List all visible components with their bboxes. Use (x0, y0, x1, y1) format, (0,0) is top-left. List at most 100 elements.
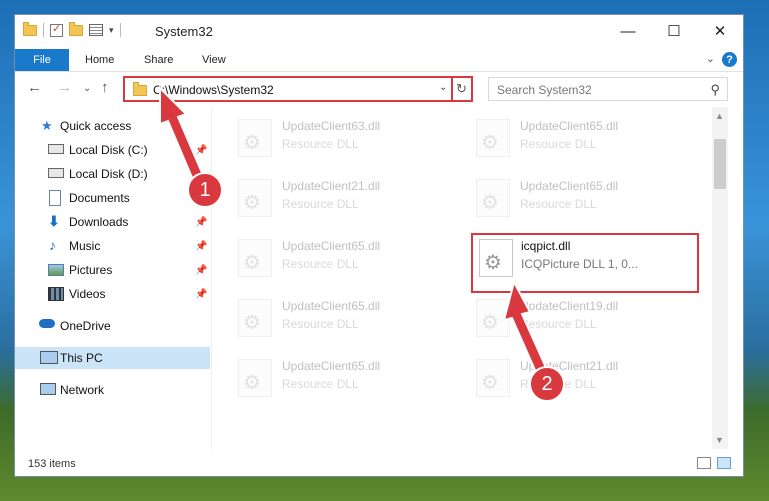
scroll-down-arrow-icon[interactable]: ▼ (715, 435, 724, 445)
item-count: 153 items (28, 458, 76, 470)
file-description: Resource DLL (282, 317, 359, 331)
sidebar-item-documents[interactable]: Documents 📌 (15, 187, 210, 209)
pin-icon: 📌 (195, 216, 208, 228)
sidebar-item-label: Local Disk (D:) (69, 167, 148, 181)
sidebar-item-downloads[interactable]: ⬇ Downloads 📌 (15, 211, 210, 233)
file-description: Resource DLL (520, 137, 597, 151)
pictures-icon (48, 264, 64, 276)
step-marker-1: 1 (187, 172, 223, 208)
sidebar-item-network[interactable]: Network (15, 379, 210, 401)
dll-file-icon (238, 179, 272, 217)
file-item[interactable]: UpdateClient65.dll Resource DLL (230, 353, 450, 403)
scroll-up-arrow-icon[interactable]: ▲ (715, 111, 724, 121)
address-bar[interactable]: C:\Windows\System32 ⌄ ↻ (123, 76, 473, 102)
file-name: UpdateClient21.dll (282, 179, 381, 193)
file-item[interactable]: UpdateClient21.dll Resource DLL (468, 353, 688, 403)
file-item[interactable]: UpdateClient65.dll Resource DLL (230, 293, 450, 343)
network-icon (40, 383, 56, 395)
file-item-icqpict-dll[interactable]: icqpict.dll ICQPicture DLL 1, 0... (471, 233, 699, 293)
sidebar-item-music[interactable]: ♪ Music 📌 (15, 235, 210, 257)
scrollbar-thumb[interactable] (714, 139, 726, 189)
minimize-button[interactable]: — (605, 15, 651, 47)
window-controls: — ☐ ✕ (605, 15, 743, 47)
tab-view[interactable]: View (202, 49, 226, 71)
search-icon[interactable]: ⚲ (710, 82, 720, 98)
tab-home[interactable]: Home (85, 49, 114, 71)
help-icon[interactable]: ? (722, 52, 737, 67)
address-dropdown-icon[interactable]: ⌄ (439, 82, 447, 93)
window-title: System32 (155, 24, 213, 39)
file-item[interactable]: UpdateClient65.dll Resource DLL (230, 233, 450, 283)
search-input[interactable]: Search System32 (497, 83, 592, 97)
collapse-ribbon-icon[interactable]: ⌄ (706, 52, 715, 65)
address-path[interactable]: C:\Windows\System32 (153, 83, 274, 97)
file-description: ICQPicture DLL 1, 0... (521, 257, 638, 271)
sidebar-item-label: Network (60, 383, 105, 397)
properties-icon[interactable] (89, 24, 103, 36)
sidebar-item-videos[interactable]: Videos 📌 (15, 283, 210, 305)
download-icon: ⬇ (48, 213, 60, 229)
up-arrow-icon[interactable]: ↑ (101, 79, 109, 96)
file-name: UpdateClient65.dll (520, 179, 619, 193)
documents-icon (49, 190, 61, 206)
dll-file-icon (238, 239, 272, 277)
properties-check-icon[interactable] (50, 22, 63, 37)
file-description: Resource DLL (282, 257, 359, 271)
customize-toolbar-arrow-icon[interactable]: ▾ (109, 25, 114, 36)
large-icons-view-icon[interactable] (717, 457, 731, 469)
file-name: UpdateClient65.dll (282, 299, 381, 313)
sidebar-item-this-pc[interactable]: This PC (15, 347, 210, 369)
status-bar: 153 items (15, 451, 743, 477)
dll-file-icon (476, 359, 510, 397)
close-button[interactable]: ✕ (697, 15, 743, 47)
sidebar-item-label: Music (69, 239, 101, 253)
pin-icon: 📌 (195, 288, 208, 300)
file-name: UpdateClient63.dll (282, 119, 381, 133)
dll-file-icon (476, 119, 510, 157)
maximize-button[interactable]: ☐ (651, 15, 697, 47)
pin-icon: 📌 (195, 240, 208, 252)
file-item[interactable]: UpdateClient65.dll Resource DLL (468, 173, 688, 223)
file-name: UpdateClient65.dll (282, 359, 381, 373)
sidebar-item-local-disk-c[interactable]: Local Disk (C:) 📌 (15, 139, 210, 161)
file-description: Resource DLL (282, 377, 359, 391)
sidebar-item-local-disk-d[interactable]: Local Disk (D:) (15, 163, 210, 185)
toolbar-divider (43, 23, 44, 37)
cloud-icon (39, 319, 55, 328)
tab-share[interactable]: Share (144, 49, 173, 71)
refresh-highlight-box: ↻ (451, 76, 473, 102)
sidebar-item-label: OneDrive (60, 319, 111, 333)
file-name: UpdateClient65.dll (520, 119, 619, 133)
sidebar-item-quick-access[interactable]: ★ Quick access (15, 115, 210, 137)
file-item[interactable]: UpdateClient19.dll Resource DLL (468, 293, 688, 343)
title-bar: ▾ System32 — ☐ ✕ (15, 15, 743, 49)
file-item[interactable]: UpdateClient21.dll Resource DLL (230, 173, 450, 223)
details-view-icon[interactable] (697, 457, 711, 469)
recent-locations-chevron-icon[interactable]: ⌄ (83, 83, 91, 94)
back-arrow-icon[interactable]: ← (27, 79, 42, 96)
new-folder-icon[interactable] (69, 21, 83, 36)
file-item[interactable]: UpdateClient63.dll Resource DLL (230, 113, 450, 163)
folder-icon[interactable] (23, 21, 37, 36)
tab-file[interactable]: File (15, 49, 69, 71)
file-explorer-window: ▾ System32 — ☐ ✕ File Home Share View ⌄ … (14, 14, 744, 477)
forward-arrow-icon[interactable]: → (57, 79, 72, 96)
ribbon-tabs: File Home Share View ⌄ ? (15, 49, 743, 72)
file-description: Resource DLL (282, 197, 359, 211)
file-item[interactable]: UpdateClient65.dll Resource DLL (468, 113, 688, 163)
file-description: Resource DLL (282, 137, 359, 151)
vertical-scrollbar[interactable]: ▲ ▼ (712, 107, 728, 449)
dll-file-icon (238, 299, 272, 337)
sidebar-item-pictures[interactable]: Pictures 📌 (15, 259, 210, 281)
dll-file-icon (476, 179, 510, 217)
sidebar-item-label: Videos (69, 287, 106, 301)
refresh-icon[interactable]: ↻ (456, 81, 467, 97)
quick-access-toolbar: ▾ (23, 21, 121, 37)
file-list: UpdateClient63.dll Resource DLL UpdateCl… (212, 107, 728, 449)
sidebar-item-onedrive[interactable]: OneDrive (15, 315, 210, 337)
search-box[interactable]: Search System32 ⚲ (488, 77, 728, 101)
dll-file-icon (238, 119, 272, 157)
folder-icon (133, 82, 147, 96)
file-name: UpdateClient65.dll (282, 239, 381, 253)
videos-icon (48, 287, 64, 301)
